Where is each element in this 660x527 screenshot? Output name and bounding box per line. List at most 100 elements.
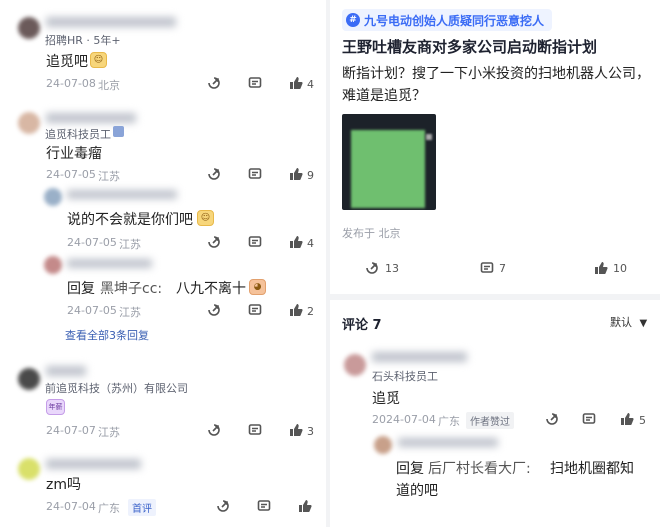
comment-icon[interactable] — [480, 261, 494, 275]
reply-text: 扫地机圈都知 — [550, 461, 634, 477]
comment-text: 追觅 — [372, 391, 400, 407]
user-company: 前追觅科技（苏州）有限公司 — [45, 382, 188, 395]
share-icon[interactable] — [545, 412, 559, 426]
share-icon[interactable] — [207, 235, 221, 249]
avatar[interactable] — [44, 188, 62, 206]
reply-text: 说的不会就是你们吧 — [67, 212, 193, 228]
section-divider — [330, 294, 660, 300]
avatar[interactable] — [374, 436, 392, 454]
comment-count: 7 — [499, 262, 506, 275]
thumbs-up-icon[interactable] — [289, 235, 303, 249]
share-icon[interactable] — [207, 303, 221, 317]
like-count: 4 — [307, 237, 314, 250]
reply-icon[interactable] — [582, 412, 596, 426]
post-title: 王野吐槽友商对多家公司启动断指计划 — [342, 38, 598, 56]
username-blurred[interactable] — [372, 352, 467, 362]
reply-date: 24-07-05 — [67, 304, 117, 317]
reply-location: 江苏 — [119, 306, 141, 319]
username-blurred[interactable] — [46, 113, 136, 123]
left-panel: 招聘HR · 5年+ 追觅吧 ☺ 24-07-08 北京 4 追觅科技员工 行业… — [0, 0, 326, 527]
share-icon[interactable] — [207, 76, 221, 90]
comment-location: 广东 — [98, 502, 120, 515]
username-blurred[interactable] — [67, 259, 152, 268]
first-comment-tag: 首评 — [128, 499, 156, 516]
thumbs-up-icon[interactable] — [298, 499, 312, 513]
username-blurred[interactable] — [398, 438, 498, 447]
comment-location: 北京 — [98, 79, 120, 92]
post-location: 发布于 北京 — [342, 227, 401, 240]
post-body: 断指计划？搜了一下小米投资的扫地机器人公司，难道是追觅？ — [342, 66, 650, 104]
avatar[interactable] — [344, 354, 366, 376]
reply-icon[interactable] — [257, 499, 271, 513]
salary-badge: 年薪 — [46, 399, 65, 415]
thumbs-up-icon[interactable] — [289, 303, 303, 317]
comment-location: 江苏 — [98, 426, 120, 439]
topic-label: 九号电动创始人质疑同行恶意挖人 — [364, 13, 545, 28]
like-count: 9 — [307, 169, 314, 182]
chat-avatar — [426, 134, 432, 140]
filter-icon: ▼ — [639, 318, 648, 329]
thumbs-up-icon[interactable] — [289, 423, 303, 437]
avatar[interactable] — [18, 112, 40, 134]
reply-target[interactable]: 黑坤子cc: — [100, 278, 162, 298]
user-company: 石头科技员工 — [372, 370, 438, 383]
username-blurred[interactable] — [67, 190, 177, 199]
thumbs-up-icon[interactable] — [594, 261, 608, 275]
reply-icon[interactable] — [248, 167, 262, 181]
share-count: 13 — [385, 262, 399, 275]
reply-icon[interactable] — [248, 423, 262, 437]
reply-date: 24-07-05 — [67, 236, 117, 249]
comment-location: 广东 — [438, 415, 460, 428]
hashtag-icon: # — [346, 13, 360, 27]
sort-label: 默认 — [610, 316, 632, 329]
verified-icon — [113, 126, 124, 137]
chat-screenshot-blurred — [351, 130, 425, 208]
comment-location: 江苏 — [98, 170, 120, 183]
username-blurred[interactable] — [46, 17, 176, 27]
avatar[interactable] — [18, 368, 40, 390]
right-panel: # 九号电动创始人质疑同行恶意挖人 王野吐槽友商对多家公司启动断指计划 断指计划… — [330, 0, 660, 527]
username-blurred[interactable] — [46, 366, 86, 376]
thumbs-up-icon[interactable] — [620, 412, 634, 426]
share-icon[interactable] — [216, 499, 230, 513]
comment-date: 24-07-05 — [46, 168, 96, 181]
sort-dropdown[interactable]: 默认 ▼ — [610, 314, 647, 330]
reply-icon[interactable] — [248, 235, 262, 249]
share-icon[interactable] — [207, 423, 221, 437]
reply-prefix: 回复 — [396, 461, 424, 477]
avatar[interactable] — [44, 256, 62, 274]
thumbs-up-icon[interactable] — [289, 167, 303, 181]
comments-header: 评论 7 — [342, 318, 382, 333]
reply-target[interactable]: 后厂村长看大厂: — [428, 458, 531, 478]
avatar[interactable] — [18, 458, 40, 480]
like-count: 10 — [613, 262, 627, 275]
reply-text: 八九不离十 — [176, 281, 246, 297]
like-count: 2 — [307, 305, 314, 318]
user-company: 追觅科技员工 — [45, 128, 111, 141]
username-blurred[interactable] — [46, 459, 141, 469]
author-liked-tag: 作者赞过 — [466, 412, 514, 429]
reply-text-continued: 道的吧 — [396, 483, 438, 499]
emoji-sticker: ◕ — [249, 279, 266, 295]
comment-date: 24-07-08 — [46, 77, 96, 90]
comment-text: zm吗 — [46, 477, 81, 493]
reply-icon[interactable] — [248, 76, 262, 90]
comment-date: 24-07-07 — [46, 424, 96, 437]
comment-date: 24-07-04 — [46, 500, 96, 513]
like-count: 5 — [639, 414, 646, 427]
comment-text: 行业毒瘤 — [46, 146, 102, 162]
like-count: 4 — [307, 78, 314, 91]
share-icon[interactable] — [365, 261, 379, 275]
reply-icon[interactable] — [248, 303, 262, 317]
thumbs-up-icon[interactable] — [289, 76, 303, 90]
view-all-replies-link[interactable]: 查看全部3条回复 — [65, 327, 149, 343]
share-icon[interactable] — [207, 167, 221, 181]
avatar[interactable] — [18, 17, 40, 39]
user-role: 招聘HR · 5年+ — [45, 34, 121, 47]
reply-location: 江苏 — [119, 238, 141, 251]
reply-prefix: 回复 — [67, 281, 95, 297]
topic-chip[interactable]: # 九号电动创始人质疑同行恶意挖人 — [342, 9, 553, 31]
comment-text: 追觅吧 — [46, 54, 88, 70]
comment-date: 2024-07-04 — [372, 413, 436, 426]
post-image[interactable] — [342, 114, 436, 210]
